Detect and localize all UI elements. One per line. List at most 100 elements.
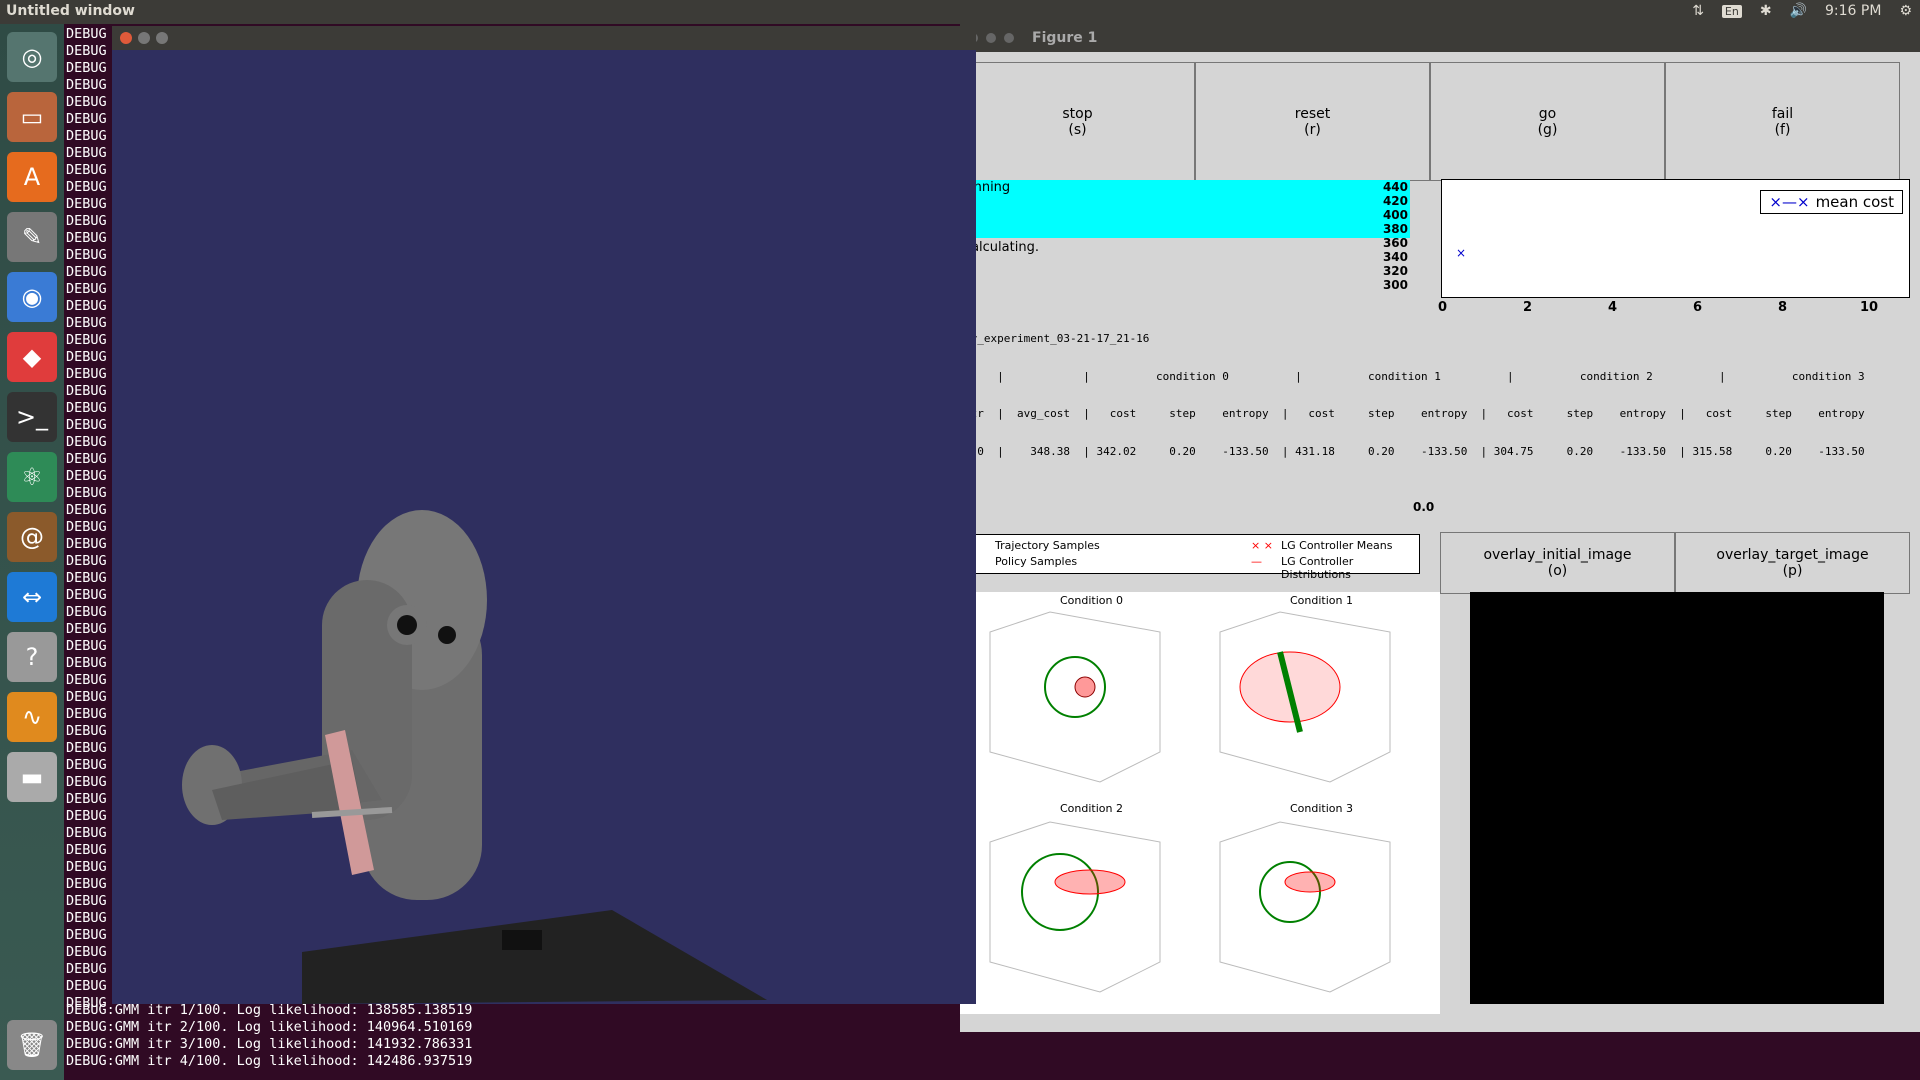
debug-line: DEBUG [66,638,107,654]
overlay-target-label: overlay_target_image [1716,547,1869,563]
gear-icon[interactable]: ⚙ [1899,3,1912,19]
fail-label: fail [1771,105,1794,122]
figure-titlebar: Figure 1 [960,24,1920,52]
debug-line: DEBUG [66,519,107,535]
game-icon[interactable]: ◆ [7,332,57,382]
atom-icon[interactable]: ⚛ [7,452,57,502]
simulator-window[interactable] [112,26,976,1004]
debug-line: DEBUG [66,570,107,586]
samples-legend: — Trajectory Samples — Policy Samples × … [960,534,1420,581]
gmm-log-line: DEBUG:GMM itr 1/100. Log likelihood: 138… [66,1002,473,1018]
launcher: ◎ ▭ A ✎ ◉ ◆ >_ ⚛ @ ⇔ ? ∿ ▬ 🗑 [0,24,64,1080]
debug-line: DEBUG [66,706,107,722]
debug-line: DEBUG [66,417,107,433]
stop-button[interactable]: stop (s) [960,62,1195,181]
debug-line: DEBUG [66,808,107,824]
maximize-icon[interactable] [156,32,168,44]
status-running: running [960,180,1410,238]
condition-3d-plots [989,611,1391,993]
debug-line: DEBUG [66,587,107,603]
minimize-icon[interactable] [986,33,996,43]
debug-line: DEBUG [66,179,107,195]
reset-button[interactable]: reset (r) [1195,62,1430,181]
debug-line: DEBUG [66,26,107,42]
overlay-initial-image-button[interactable]: overlay_initial_image (o) [1440,532,1675,594]
drive-icon[interactable]: ▬ [7,752,57,802]
debug-line: DEBUG [66,842,107,858]
debug-line: DEBUG [66,910,107,926]
files-icon[interactable]: ▭ [7,92,57,142]
debug-line: DEBUG [66,723,107,739]
legend-label: mean cost [1815,193,1894,211]
settings-icon[interactable]: ✎ [7,212,57,262]
gmm-log-line: DEBUG:GMM itr 2/100. Log likelihood: 140… [66,1019,473,1035]
ytick: 300 [1382,278,1408,292]
condition-title: Condition 2 [1060,802,1123,815]
experiment-name: my_experiment_03-21-17_21-16 [964,332,1150,345]
debug-line: DEBUG [66,536,107,552]
debug-line: DEBUG [66,893,107,909]
debug-line: DEBUG [66,740,107,756]
debug-line: DEBUG [66,247,107,263]
bluetooth-icon[interactable]: ✱ [1760,3,1772,19]
maximize-icon[interactable] [1004,33,1014,43]
figure-window: Figure 1 stop (s) reset (r) go (g) fail … [960,24,1920,1034]
fail-key: (f) [1774,121,1791,138]
go-key: (g) [1537,121,1558,138]
debian-icon[interactable]: @ [7,512,57,562]
image-overlay-panel [1470,592,1884,1004]
overlay-target-image-button[interactable]: overlay_target_image (p) [1675,532,1910,594]
oscilloscope-icon[interactable]: ∿ [7,692,57,742]
ubuntu-icon[interactable]: ◎ [7,32,57,82]
keyboard-layout-indicator[interactable]: En [1721,4,1742,18]
cond0-axes [989,611,1161,783]
lg-dist-label: LG Controller Distributions [1281,555,1354,581]
network-icon[interactable]: ⇅ [1692,3,1704,19]
chromium-icon[interactable]: ◉ [7,272,57,322]
volume-icon[interactable]: 🔊 [1790,3,1807,19]
cond2-plot [989,821,1161,993]
debug-line: DEBUG [66,77,107,93]
help-icon[interactable]: ? [7,632,57,682]
mean-cost-plot: × ×—× mean cost [1441,179,1910,298]
debug-line: DEBUG [66,230,107,246]
lg-means-marker: × × [1251,539,1273,552]
experiment-table: my_experiment_03-21-17_21-16 | | conditi… [964,308,1865,483]
legend-marker: ×—× [1769,193,1810,211]
terminal-icon[interactable]: >_ [7,392,57,442]
go-button[interactable]: go (g) [1430,62,1665,181]
teamviewer-icon[interactable]: ⇔ [7,572,57,622]
debug-line: DEBUG [66,400,107,416]
terminal-strip [960,1032,1920,1080]
trash-icon[interactable]: 🗑 [7,1020,57,1070]
debug-line: DEBUG [66,213,107,229]
cond3-plot [1219,821,1391,993]
debug-line: DEBUG [66,94,107,110]
ytick: 420 [1382,194,1408,208]
debug-line: DEBUG [66,927,107,943]
debug-line: DEBUG [66,281,107,297]
debug-line: DEBUG [66,128,107,144]
table-header: itr | avg_cost | cost step entropy | cos… [964,407,1865,420]
minimize-icon[interactable] [138,32,150,44]
debug-line: DEBUG [66,451,107,467]
debug-line: DEBUG [66,621,107,637]
software-center-icon[interactable]: A [7,152,57,202]
debug-line: DEBUG [66,672,107,688]
debug-line: DEBUG [66,604,107,620]
debug-line: DEBUG [66,145,107,161]
close-icon[interactable] [120,32,132,44]
debug-line: DEBUG [66,264,107,280]
simulator-titlebar [112,26,976,50]
window-title: Untitled window [6,3,135,19]
overlay-initial-label: overlay_initial_image [1483,547,1632,563]
overlay-initial-key: (o) [1547,563,1568,579]
ytick: 440 [1382,180,1408,194]
clock[interactable]: 9:16 PM [1825,3,1881,19]
table-row: 0 | 348.38 | 342.02 0.20 -133.50 | 431.1… [964,444,1865,458]
ytick: 340 [1382,250,1408,264]
debug-line: DEBUG [66,502,107,518]
figure-title: Figure 1 [1032,30,1098,46]
condition-plots: Condition 0 Condition 1 Condition 2 Cond… [960,592,1440,1014]
fail-button[interactable]: fail (f) [1665,62,1900,181]
